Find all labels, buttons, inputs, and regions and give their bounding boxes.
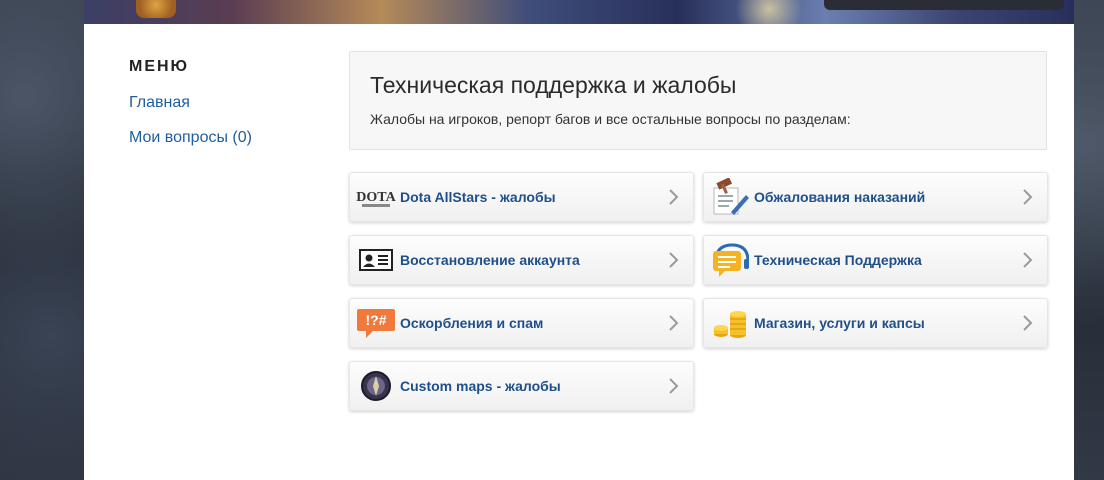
category-label: Dota AllStars - жалобы: [400, 189, 556, 205]
chevron-right-icon: [669, 315, 679, 331]
category-label: Custom maps - жалобы: [400, 378, 561, 394]
category-account-recovery[interactable]: Восстановление аккаунта: [349, 235, 694, 285]
category-label: Восстановление аккаунта: [400, 252, 580, 268]
swear-symbols-icon: !?#: [356, 303, 396, 343]
coins-icon: [710, 303, 750, 343]
header-search-box[interactable]: [824, 0, 1064, 10]
dota-logo-icon: DOTA: [356, 177, 396, 217]
id-card-icon: [356, 240, 396, 280]
site-logo[interactable]: [136, 0, 176, 18]
support-header-panel: Техническая поддержка и жалобы Жалобы на…: [349, 51, 1047, 150]
headset-chat-icon: [710, 240, 750, 280]
chevron-right-icon: [1023, 252, 1033, 268]
category-custom-maps[interactable]: Custom maps - жалобы: [349, 361, 694, 411]
page-description: Жалобы на игроков, репорт багов и все ос…: [370, 111, 851, 127]
background-left: [0, 0, 84, 480]
category-appeals[interactable]: Обжалования наказаний: [703, 172, 1048, 222]
category-label: Техническая Поддержка: [754, 252, 922, 268]
custom-maps-emblem-icon: [356, 366, 396, 406]
page-title: Техническая поддержка и жалобы: [370, 72, 737, 98]
header-banner: [84, 0, 1074, 24]
banner-artwork: [724, 0, 814, 24]
svg-text:DOTA: DOTA: [356, 190, 396, 205]
category-insults-spam[interactable]: !?# Оскорбления и спам: [349, 298, 694, 348]
background-right: [1074, 0, 1104, 480]
main-content: МЕНЮ Главная Мои вопросы (0) Техническая…: [84, 24, 1074, 480]
category-dota-complaints[interactable]: DOTA Dota AllStars - жалобы: [349, 172, 694, 222]
chevron-right-icon: [1023, 189, 1033, 205]
svg-text:!?#: !?#: [366, 312, 387, 328]
gavel-document-icon: [710, 177, 750, 217]
chevron-right-icon: [1023, 315, 1033, 331]
chevron-right-icon: [669, 252, 679, 268]
chevron-right-icon: [669, 378, 679, 394]
category-label: Обжалования наказаний: [754, 189, 926, 205]
menu-item-my-questions[interactable]: Мои вопросы (0): [129, 129, 329, 147]
chevron-right-icon: [669, 189, 679, 205]
category-shop-services[interactable]: Магазин, услуги и капсы: [703, 298, 1048, 348]
menu-title: МЕНЮ: [129, 58, 190, 75]
category-tech-support[interactable]: Техническая Поддержка: [703, 235, 1048, 285]
menu-item-home[interactable]: Главная: [129, 94, 329, 112]
sidebar-menu: МЕНЮ Главная Мои вопросы (0): [129, 58, 329, 164]
category-label: Оскорбления и спам: [400, 315, 544, 331]
category-label: Магазин, услуги и капсы: [754, 315, 925, 331]
